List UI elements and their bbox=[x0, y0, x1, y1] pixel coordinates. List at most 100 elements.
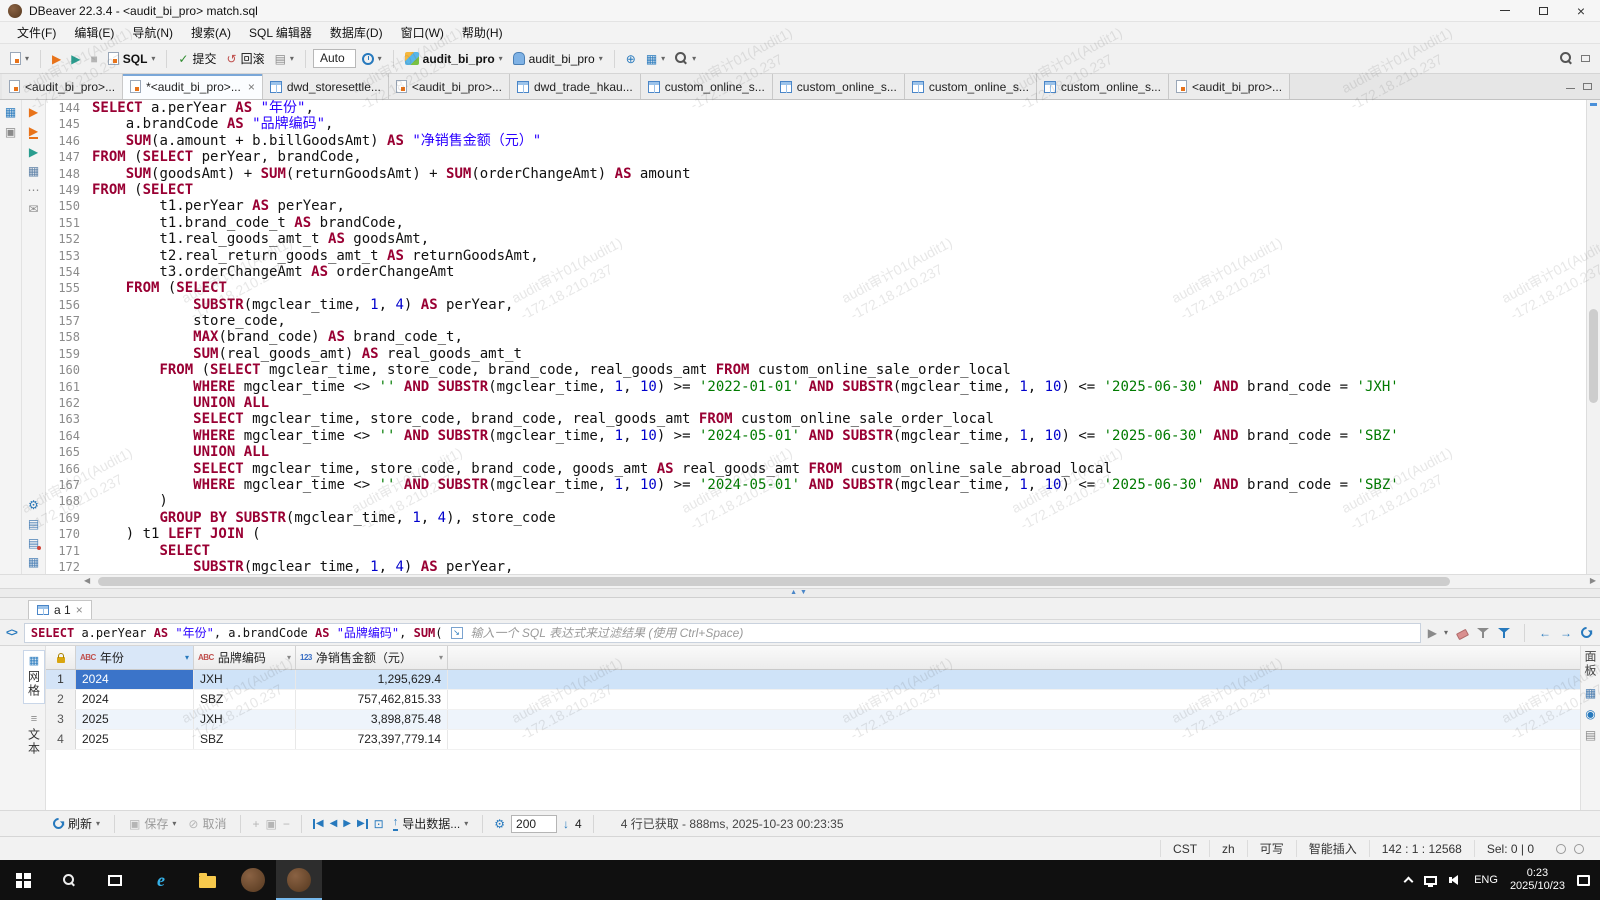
rollback-button[interactable]: ↺回滚 bbox=[223, 48, 269, 69]
save-button[interactable]: ▣保存▾ bbox=[126, 814, 179, 833]
cancel-button[interactable]: ⊘取消 bbox=[185, 814, 229, 833]
table-cell[interactable]: 723,397,779.14 bbox=[296, 730, 448, 749]
execute-script-button[interactable]: ▶ bbox=[67, 51, 84, 67]
output-console-icon[interactable]: ▤ bbox=[28, 518, 39, 530]
duplicate-row-icon[interactable]: ▣ bbox=[266, 818, 277, 830]
editor-tab[interactable]: dwd_storesettle... bbox=[263, 74, 389, 99]
abort-button[interactable]: ■ bbox=[86, 51, 101, 67]
close-results-tab-icon[interactable]: × bbox=[76, 603, 83, 617]
statement-type-selector[interactable]: SQL▾ bbox=[104, 50, 160, 68]
maximize-button[interactable] bbox=[1524, 0, 1562, 21]
editor-vertical-scrollbar[interactable] bbox=[1586, 100, 1600, 574]
explain-plan-icon[interactable]: ▦ bbox=[28, 165, 39, 177]
nav-back-icon[interactable]: ← bbox=[1539, 627, 1551, 639]
grid-view-tab[interactable]: ▦网格 bbox=[23, 650, 45, 704]
vertical-scroll-thumb[interactable] bbox=[1589, 309, 1598, 404]
table-cell[interactable]: 2024 bbox=[76, 690, 194, 709]
column-dropdown-icon[interactable]: ▾ bbox=[287, 653, 291, 662]
row-number[interactable]: 3 bbox=[46, 710, 76, 729]
clear-filter-icon[interactable] bbox=[1456, 628, 1469, 639]
delete-row-icon[interactable]: − bbox=[283, 818, 290, 830]
table-cell[interactable]: 1,295,629.4 bbox=[296, 670, 448, 689]
save-filter-icon[interactable] bbox=[1477, 627, 1489, 639]
row-number[interactable]: 1 bbox=[46, 670, 76, 689]
table-cell[interactable]: 2025 bbox=[76, 710, 194, 729]
table-row[interactable]: 12024JXH1,295,629.4 bbox=[46, 670, 1580, 690]
table-row[interactable]: 22024SBZ757,462,815.33 bbox=[46, 690, 1580, 710]
editor-tab[interactable]: *<audit_bi_pro>...× bbox=[123, 74, 263, 99]
previous-row-icon[interactable]: ◀ bbox=[330, 819, 338, 829]
internet-explorer-button[interactable]: e bbox=[138, 860, 184, 900]
schema-browser-button[interactable]: ▦▾ bbox=[642, 51, 669, 67]
column-dropdown-icon[interactable]: ▾ bbox=[439, 653, 443, 662]
task-view-button[interactable] bbox=[92, 860, 138, 900]
column-header[interactable]: ABC品牌编码▾ bbox=[194, 646, 296, 669]
text-view-tab[interactable]: ≡文本 bbox=[23, 708, 45, 762]
menu-item[interactable]: SQL 编辑器 bbox=[240, 24, 321, 41]
editor-tab[interactable]: dwd_trade_hkau... bbox=[510, 74, 641, 99]
autocommit-selector[interactable]: Auto bbox=[313, 49, 356, 68]
focus-cell-icon[interactable]: ⊡ bbox=[374, 818, 384, 830]
dbeaver-taskbar-button[interactable] bbox=[230, 860, 276, 900]
execute-statement-icon[interactable]: ▶ bbox=[29, 106, 38, 118]
language-indicator[interactable]: ENG bbox=[1474, 874, 1498, 886]
refresh-button[interactable]: 刷新▾ bbox=[50, 814, 103, 833]
menu-item[interactable]: 窗口(W) bbox=[392, 24, 453, 41]
tray-expand-icon[interactable] bbox=[1404, 877, 1414, 887]
row-number[interactable]: 2 bbox=[46, 690, 76, 709]
column-header[interactable]: 123净销售金额（元）▾ bbox=[296, 646, 448, 669]
settings-gear-icon[interactable]: ⚙ bbox=[28, 499, 39, 511]
apply-filter-button[interactable]: ▶ bbox=[1428, 627, 1437, 639]
connection-selector[interactable]: audit_bi_pro▾ bbox=[401, 50, 507, 68]
taskbar-search-button[interactable] bbox=[46, 860, 92, 900]
editor-tab[interactable]: custom_online_s... bbox=[773, 74, 905, 99]
dbeaver-taskbar-button-active[interactable] bbox=[276, 860, 322, 900]
editor-tab[interactable]: <audit_bi_pro>... bbox=[2, 74, 123, 99]
panel-label[interactable]: 面板 bbox=[1582, 650, 1599, 678]
table-cell[interactable]: 2025 bbox=[76, 730, 194, 749]
value-viewer-icon[interactable]: ◉ bbox=[1585, 708, 1595, 720]
menu-item[interactable]: 帮助(H) bbox=[453, 24, 512, 41]
editor-tab[interactable]: custom_online_s... bbox=[641, 74, 773, 99]
results-tab[interactable]: a 1 × bbox=[28, 600, 92, 619]
error-log-icon[interactable]: ▤ bbox=[28, 537, 39, 549]
commit-button[interactable]: ✓提交 bbox=[174, 48, 220, 69]
export-script-icon[interactable]: ✉ bbox=[28, 203, 38, 215]
column-dropdown-icon[interactable]: ▾ bbox=[185, 653, 189, 662]
new-sql-editor-button[interactable]: ▾ bbox=[6, 50, 33, 67]
next-row-icon[interactable]: ▶ bbox=[343, 819, 351, 829]
add-row-icon[interactable]: + bbox=[252, 818, 259, 830]
editor-tab[interactable]: <audit_bi_pro>... bbox=[389, 74, 510, 99]
editor-tab[interactable]: custom_online_s... bbox=[905, 74, 1037, 99]
result-settings-gear-icon[interactable]: ⚙ bbox=[494, 818, 505, 830]
code-area[interactable]: 144SELECT a.perYear AS "年份",145 a.brandC… bbox=[46, 100, 1586, 574]
fetch-size-input[interactable]: 200 bbox=[511, 815, 557, 833]
execute-script-icon[interactable]: ▶ bbox=[29, 125, 38, 139]
background-tasks-icon[interactable] bbox=[1574, 844, 1584, 854]
action-center-icon[interactable] bbox=[1577, 875, 1590, 886]
export-data-button[interactable]: ↑导出数据...▾ bbox=[390, 814, 472, 833]
execute-statement-button[interactable]: ▶ bbox=[48, 51, 65, 67]
horizontal-scroll-thumb[interactable] bbox=[98, 577, 1450, 586]
row-number[interactable]: 4 bbox=[46, 730, 76, 749]
table-cell[interactable]: 3,898,875.48 bbox=[296, 710, 448, 729]
network-settings-button[interactable]: ⊕ bbox=[622, 51, 640, 67]
row-lock-header[interactable] bbox=[46, 646, 76, 669]
scroll-right-icon[interactable]: ▶ bbox=[1590, 576, 1596, 585]
scroll-left-icon[interactable]: ◀ bbox=[84, 576, 90, 585]
expand-filter-icon[interactable]: ↘ bbox=[451, 627, 463, 639]
first-row-icon[interactable]: ◀ bbox=[313, 819, 324, 829]
toolbar-search-button[interactable]: ▾ bbox=[671, 50, 700, 67]
notifications-icon[interactable] bbox=[1556, 844, 1566, 854]
minimize-button[interactable] bbox=[1486, 0, 1524, 21]
editor-horizontal-scrollbar[interactable]: ◀ ▶ bbox=[0, 574, 1600, 588]
quick-search-icon[interactable] bbox=[1560, 52, 1573, 65]
filter-history-icon[interactable]: ▾ bbox=[1444, 628, 1448, 637]
menu-item[interactable]: 编辑(E) bbox=[65, 24, 123, 41]
more-actions-icon[interactable]: ⋯ bbox=[28, 184, 40, 196]
editor-tab[interactable]: custom_online_s... bbox=[1037, 74, 1169, 99]
table-cell[interactable]: 2024 bbox=[76, 670, 194, 689]
splitter-collapse-icons[interactable]: ▲▼ bbox=[790, 589, 810, 596]
custom-filter-icon[interactable]: <> bbox=[6, 627, 17, 639]
projects-panel-icon[interactable]: ▣ bbox=[5, 126, 16, 138]
